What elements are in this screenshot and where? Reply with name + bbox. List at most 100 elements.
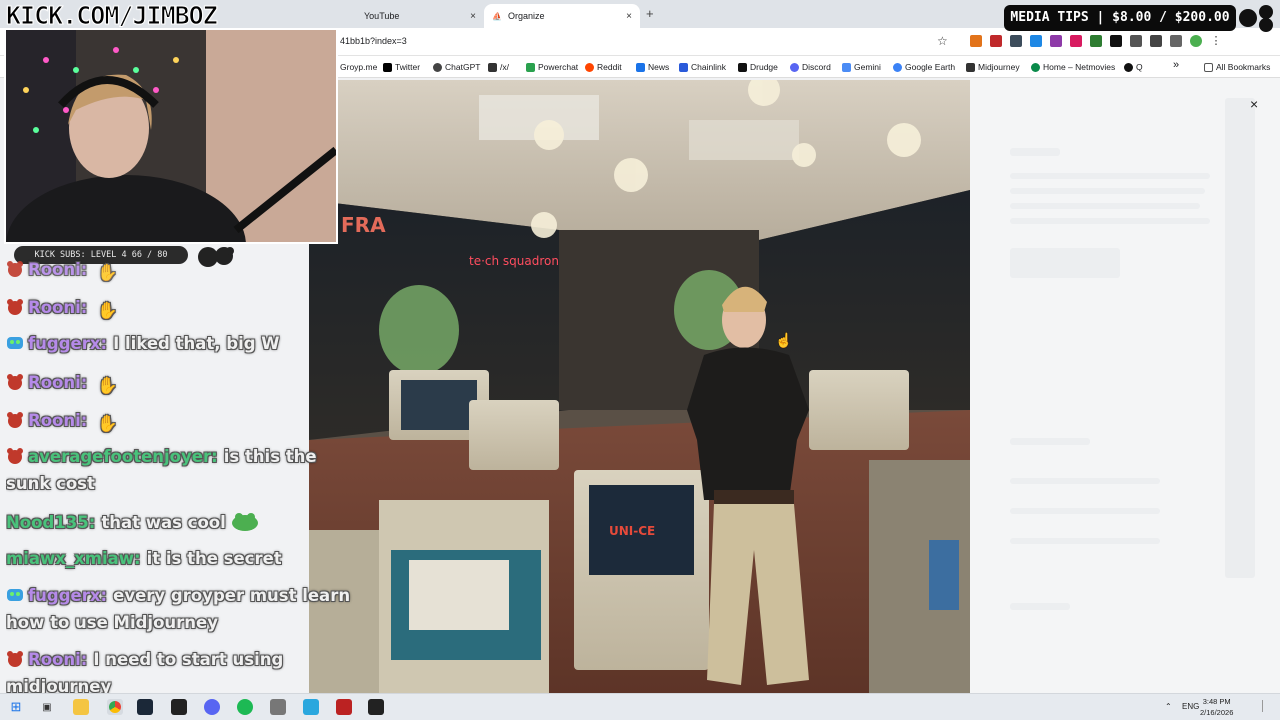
bookmark-discord[interactable]: Discord [790, 62, 831, 72]
show-desktop-button[interactable] [1262, 700, 1266, 712]
side-panel-placeholder [1010, 603, 1070, 610]
app-icon[interactable] [336, 699, 352, 715]
bookmark-google-earth[interactable]: Google Earth [893, 62, 955, 72]
netmovies-icon [1031, 62, 1040, 72]
chainlink-icon [679, 62, 688, 72]
bookmark-groyp[interactable]: Groyp.me [340, 62, 377, 72]
bookmark-q[interactable]: Q [1124, 62, 1143, 72]
system-clock[interactable]: 3:48 PM 2/16/2026 [1200, 696, 1233, 718]
hand-emote-icon: ✋ [97, 301, 118, 320]
bookmark-label: All Bookmarks [1216, 62, 1271, 72]
close-lightbox-icon[interactable]: × [1250, 96, 1258, 112]
bookmark-netmovies[interactable]: Home – Netmovies [1031, 62, 1115, 72]
bookmark-chainlink[interactable]: Chainlink [679, 62, 726, 72]
bear-badge-icon [7, 374, 23, 390]
bear-badge-icon [7, 651, 23, 667]
hand-emote-icon: ✋ [97, 414, 118, 433]
hand-emote-icon: ✋ [97, 376, 118, 395]
app-icon[interactable] [270, 699, 286, 715]
avatar[interactable] [1190, 35, 1202, 47]
bookmark-star-icon[interactable]: ☆ [937, 34, 948, 48]
new-tab-button[interactable]: + [646, 6, 654, 21]
chat-message: fuggerx: every groyper must learn how to … [6, 582, 361, 636]
side-panel-placeholder [1010, 218, 1210, 224]
bookmark-x-board[interactable]: /x/ [488, 62, 509, 72]
hand-cursor-icon: ☝ [775, 332, 793, 348]
x-icon[interactable] [1110, 35, 1122, 47]
chat-message: Rooni: ✋ [6, 294, 118, 324]
svg-text:FRA: FRA [341, 213, 386, 237]
steam-icon[interactable] [137, 699, 153, 715]
all-bookmarks-button[interactable]: All Bookmarks [1204, 62, 1270, 72]
generated-image[interactable]: FRA te·ch squadron UNI-CE [309, 80, 970, 693]
url-field[interactable]: 41bb1b?index=3 [340, 36, 407, 46]
svg-text:te·ch squadron: te·ch squadron [469, 254, 559, 268]
extension-icon[interactable] [970, 35, 982, 47]
bookmark-label: Home – Netmovies [1043, 62, 1116, 72]
more-bookmarks-icon[interactable]: » [1173, 59, 1179, 71]
app-icon[interactable] [368, 699, 384, 715]
extension-icon[interactable] [1050, 35, 1062, 47]
bookmark-chatgpt[interactable]: ChatGPT [433, 62, 480, 72]
close-tab-icon[interactable]: × [470, 11, 476, 22]
bookmark-label: Reddit [597, 62, 622, 72]
extension-icon[interactable] [1090, 35, 1102, 47]
bookmark-gemini[interactable]: Gemini [842, 62, 881, 72]
menu-icon[interactable]: ⋮ [1210, 35, 1222, 47]
chrome-icon[interactable] [107, 699, 123, 715]
chat-username: miawx_xmiaw: [6, 549, 141, 568]
bookmark-label: Powerchat [538, 62, 579, 72]
extension-icon[interactable] [1030, 35, 1042, 47]
telegram-icon[interactable] [303, 699, 319, 715]
spotify-icon[interactable] [237, 699, 253, 715]
side-panel-placeholder [1225, 98, 1255, 578]
bookmark-news[interactable]: News [636, 62, 669, 72]
bear-badge-icon [7, 299, 23, 315]
frog-badge-icon [7, 337, 23, 349]
puzzle-icon[interactable] [1130, 35, 1142, 47]
extension-icon[interactable] [1010, 35, 1022, 47]
bookmark-midjourney[interactable]: Midjourney [966, 62, 1020, 72]
bear-badge-icon [7, 261, 23, 277]
chat-username: Rooni: [28, 260, 88, 279]
chat-text: I liked that, big W [113, 334, 280, 353]
file-explorer-icon[interactable] [73, 699, 89, 715]
chat-username: Rooni: [28, 411, 88, 430]
close-tab-icon[interactable]: × [626, 11, 632, 22]
download-icon[interactable] [1170, 35, 1182, 47]
language-indicator[interactable]: ENG [1182, 702, 1199, 711]
bookmark-twitter[interactable]: Twitter [383, 62, 420, 72]
terminal-icon[interactable] [171, 699, 187, 715]
tray-chevron-icon[interactable]: ⌃ [1165, 702, 1172, 711]
midjourney-icon [966, 62, 975, 72]
webcam-feed [4, 28, 338, 244]
discord-icon[interactable] [204, 699, 220, 715]
news-icon [636, 62, 645, 72]
lightbox-side-panel [970, 78, 1280, 693]
hand-emote-icon: ✋ [97, 263, 118, 282]
screen: { "browser": { "tabs": [ {"label": "YouT… [0, 0, 1280, 720]
chat-message: Rooni: ✋ [6, 258, 118, 286]
side-panel-placeholder [1010, 438, 1090, 445]
extension-icon[interactable] [1070, 35, 1082, 47]
bookmark-drudge[interactable]: Drudge [738, 62, 778, 72]
bookmark-label: /x/ [500, 62, 509, 72]
streamer-cam [6, 30, 336, 242]
bookmark-reddit[interactable]: Reddit [585, 62, 622, 72]
tab-organize[interactable]: ⛵ Organize × [484, 4, 640, 28]
sidepanel-icon[interactable] [1150, 35, 1162, 47]
bookmark-powerchat[interactable]: Powerchat [526, 62, 578, 72]
chat-overlay: Rooni: ✋ Rooni: ✋ fuggerx: I liked that, bi… [6, 258, 366, 698]
logo-icon [1239, 5, 1273, 32]
side-panel-placeholder [1010, 148, 1060, 156]
bookmark-label: Groyp.me [340, 62, 378, 72]
side-panel-placeholder [1010, 478, 1160, 484]
windows-start-icon[interactable]: ⊞ [8, 699, 24, 715]
chat-username: fuggerx: [28, 586, 108, 605]
bookmark-label: Twitter [395, 62, 421, 72]
task-view-icon[interactable]: ▣ [39, 699, 55, 715]
tab-youtube[interactable]: YouTube × [340, 4, 484, 28]
clock-date: 2/16/2026 [1200, 708, 1234, 717]
side-panel-placeholder [1010, 508, 1160, 514]
extension-icon[interactable] [990, 35, 1002, 47]
